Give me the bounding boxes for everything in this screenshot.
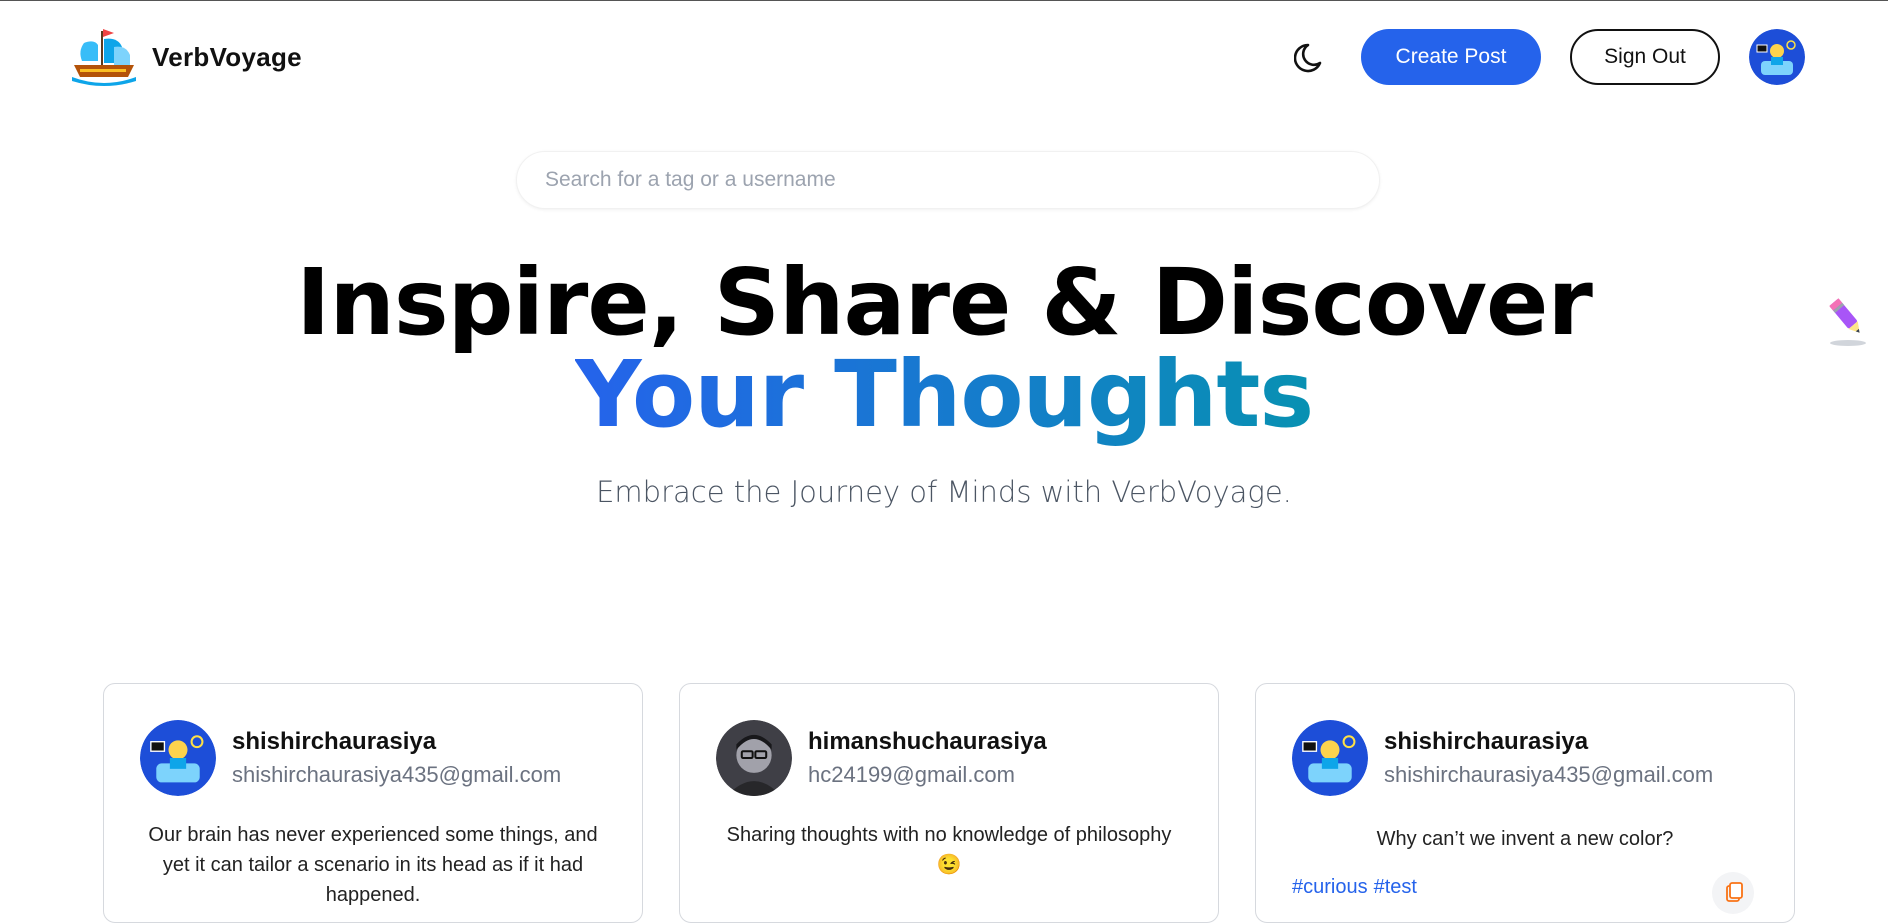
post-author-avatar[interactable] (716, 720, 792, 796)
sign-out-button[interactable]: Sign Out (1570, 29, 1720, 85)
post-email: shishirchaurasiya435@gmail.com (232, 762, 562, 787)
hero-tagline: Embrace the Journey of Minds with VerbVo… (596, 475, 1292, 509)
navbar: VerbVoyage Create Post Sign Out (0, 1, 1888, 113)
post-text: Why can’t we invent a new color? (1376, 828, 1674, 850)
user-avatar[interactable] (1749, 29, 1805, 85)
post-text: Sharing thoughts with no knowledge of ph… (726, 824, 1172, 876)
post-author-avatar[interactable] (140, 720, 216, 796)
post-card: shishirchaurasiya shishirchaurasiya435@g… (1255, 683, 1795, 923)
create-post-button[interactable]: Create Post (1361, 29, 1541, 85)
moon-icon (1293, 43, 1322, 73)
post-tag[interactable]: #test (1374, 876, 1417, 898)
post-card: himanshuchaurasiya hc24199@gmail.com Sha… (679, 683, 1219, 923)
hero-title-highlight: Your Thoughts (0, 343, 1888, 447)
post-email: shishirchaurasiya435@gmail.com (1384, 762, 1714, 787)
ship-icon (72, 29, 136, 86)
copy-button[interactable] (1712, 872, 1754, 914)
post-text: Our brain has never experienced some thi… (148, 824, 598, 906)
post-author-avatar[interactable] (1292, 720, 1368, 796)
search-input[interactable] (516, 151, 1380, 209)
pencil-icon[interactable] (1824, 295, 1872, 347)
hero-title: Inspire, Share & Discover (296, 249, 1593, 356)
copy-icon (1726, 882, 1743, 902)
post-tag[interactable]: #curious (1292, 876, 1368, 898)
post-tags: #curious #test (1292, 876, 1423, 899)
hero-highlight-text: Your Thoughts (574, 341, 1314, 448)
post-email: hc24199@gmail.com (808, 762, 1015, 787)
post-card: shishirchaurasiya shishirchaurasiya435@g… (103, 683, 643, 923)
brand-logo[interactable]: VerbVoyage (70, 25, 302, 89)
theme-toggle[interactable] (1293, 39, 1330, 75)
brand-name: VerbVoyage (152, 41, 302, 72)
post-username[interactable]: himanshuchaurasiya (808, 728, 1047, 756)
post-username[interactable]: shishirchaurasiya (232, 728, 436, 756)
post-username[interactable]: shishirchaurasiya (1384, 728, 1588, 756)
